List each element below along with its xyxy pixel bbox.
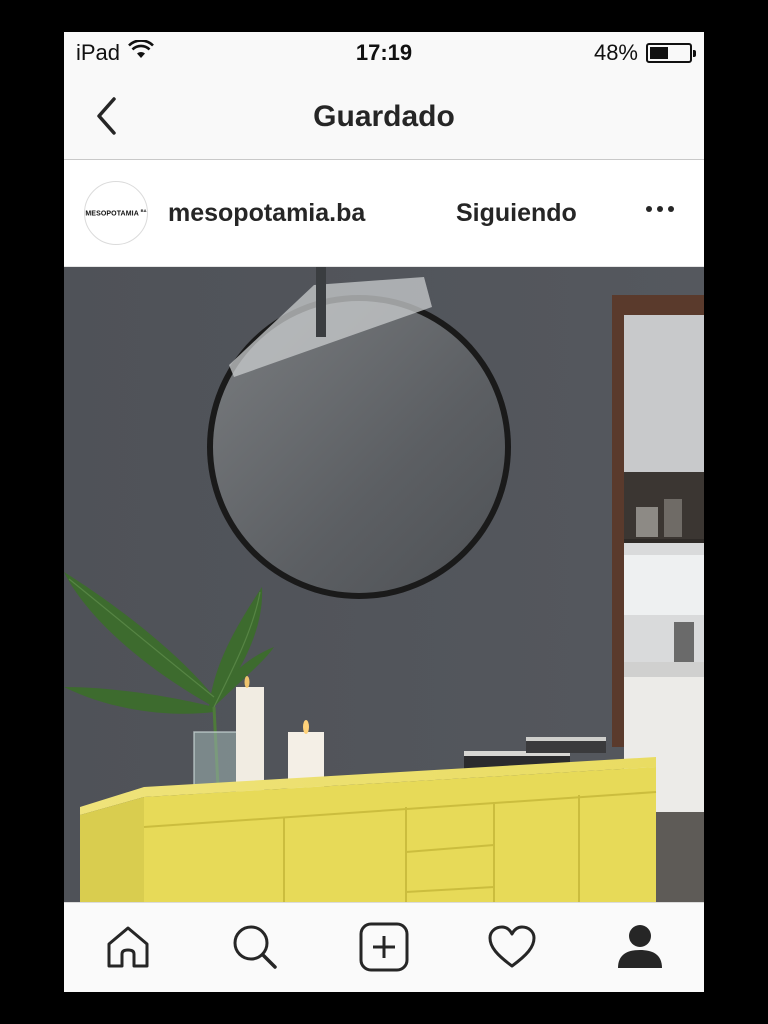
battery-fill xyxy=(650,47,668,59)
app-screen: iPad 17:19 48% Guardado MESOPOTAMIA BA m… xyxy=(64,32,704,992)
status-right: 48% xyxy=(593,40,696,66)
battery-percent: 48% xyxy=(593,40,638,65)
avatar-logo-main: MESOPOTAMIA xyxy=(85,210,139,218)
tab-bar xyxy=(64,902,704,992)
activity-heart-icon[interactable] xyxy=(482,919,542,975)
avatar-logo-suffix: BA xyxy=(140,208,147,214)
following-button[interactable]: Siguiendo xyxy=(456,199,577,228)
nav-bar: Guardado xyxy=(64,72,704,160)
search-icon[interactable] xyxy=(225,919,285,975)
status-bar: iPad 17:19 48% xyxy=(64,32,704,72)
photo-image xyxy=(64,267,704,902)
more-options-icon[interactable] xyxy=(642,191,678,227)
username-link[interactable]: mesopotamia.ba xyxy=(168,199,365,228)
avatar-logo-text: MESOPOTAMIA BA xyxy=(85,208,146,217)
post-header: MESOPOTAMIA BA mesopotamia.ba Siguiendo xyxy=(64,161,704,267)
battery-icon xyxy=(646,43,696,63)
avatar[interactable]: MESOPOTAMIA BA xyxy=(84,181,148,245)
page-title: Guardado xyxy=(313,100,455,133)
home-icon[interactable] xyxy=(98,919,158,975)
post-photo[interactable] xyxy=(64,267,704,902)
add-post-icon[interactable] xyxy=(354,919,414,975)
profile-icon[interactable] xyxy=(610,919,670,975)
